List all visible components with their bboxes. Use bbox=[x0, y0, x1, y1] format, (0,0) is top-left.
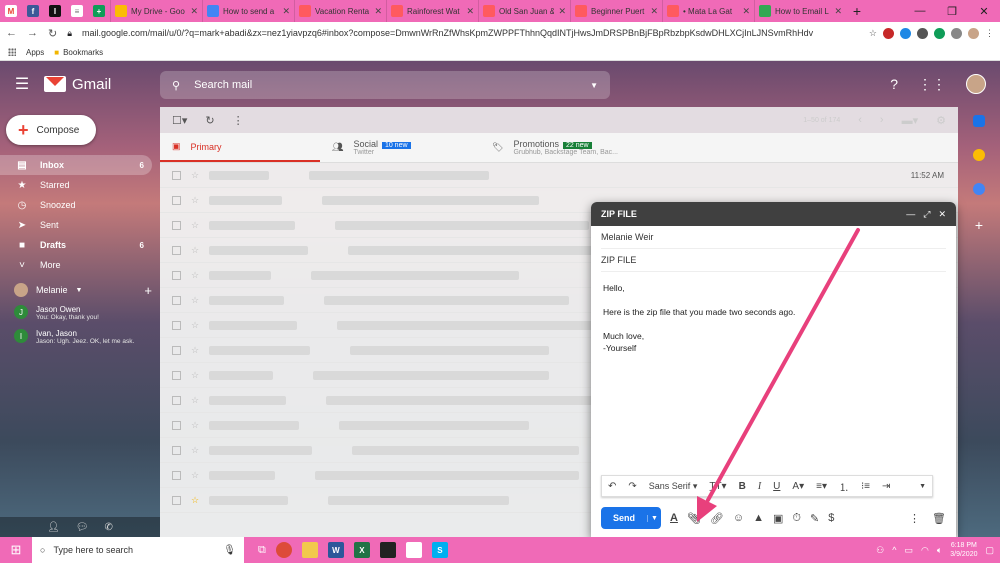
word-icon[interactable]: W bbox=[327, 542, 344, 558]
people-icon[interactable]: ⚇ bbox=[876, 545, 884, 556]
battery-icon[interactable]: ▭ bbox=[904, 545, 913, 556]
windows-start-icon[interactable]: ⊞ bbox=[0, 542, 32, 558]
file-explorer-icon[interactable] bbox=[301, 542, 318, 558]
chrome-icon[interactable] bbox=[275, 542, 292, 558]
wifi-icon[interactable]: ◠ bbox=[921, 545, 929, 556]
skype-icon[interactable]: S bbox=[431, 542, 448, 558]
task-view-icon[interactable]: ⧉ bbox=[258, 544, 266, 557]
taskbar-search[interactable]: ○ Type here to search 🎙︎ bbox=[32, 537, 244, 563]
search-circle-icon: ○ bbox=[40, 545, 46, 555]
volume-icon[interactable]: 🔈︎ bbox=[937, 545, 942, 556]
clock[interactable]: 6:18 PM 3/9/2020 bbox=[950, 541, 977, 559]
photos-icon[interactable] bbox=[405, 542, 422, 558]
annotation-arrow bbox=[697, 228, 860, 522]
notifications-icon[interactable]: ▢ bbox=[985, 545, 994, 556]
clock-date: 3/9/2020 bbox=[950, 551, 978, 558]
taskbar-search-input[interactable]: Type here to search bbox=[53, 545, 133, 555]
app-icon[interactable] bbox=[379, 542, 396, 558]
show-hidden-icons[interactable]: ^ bbox=[892, 545, 896, 555]
microphone-icon[interactable]: 🎙︎ bbox=[223, 545, 236, 556]
system-tray: ⚇ ^ ▭ ◠ 🔈︎ 6:18 PM 3/9/2020 ▢ bbox=[876, 541, 994, 559]
windows-taskbar: ⊞ ○ Type here to search 🎙︎ ⧉ W X S ⚇ ^ ▭… bbox=[0, 537, 1000, 563]
clock-time: 6:18 PM bbox=[950, 542, 977, 549]
excel-icon[interactable]: X bbox=[353, 542, 370, 558]
